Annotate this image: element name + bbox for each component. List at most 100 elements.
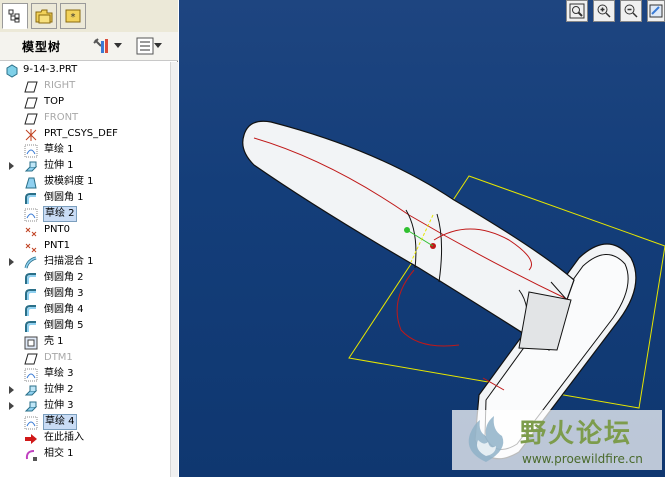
tree-item[interactable]: 倒圆角 1 (0, 190, 176, 206)
folder-icon (35, 9, 53, 24)
tree-item[interactable]: 倒圆角 5 (0, 318, 176, 334)
tree-item[interactable]: 拉伸 3 (0, 398, 176, 414)
expand-arrow-icon[interactable] (9, 386, 14, 394)
point-icon (24, 223, 38, 237)
extrude-icon (24, 399, 38, 413)
tree-item-label: 拔模斜度 1 (44, 176, 94, 187)
tab-folder-browser[interactable] (31, 3, 57, 29)
chevron-down-icon (154, 43, 162, 48)
tree-item[interactable]: 拉伸 2 (0, 382, 176, 398)
tree-item-label: 倒圆角 1 (44, 192, 84, 203)
sketch-icon (24, 415, 38, 430)
round-icon (24, 271, 38, 285)
part-icon (5, 63, 19, 78)
tab-model-tree[interactable] (2, 3, 28, 29)
tree-item[interactable]: PRT_CSYS_DEF (0, 126, 176, 142)
tab-favorites[interactable]: * (60, 3, 86, 29)
tree-item[interactable]: 倒圆角 3 (0, 286, 176, 302)
tree-item[interactable]: 在此插入 (0, 430, 176, 446)
tools-icon (93, 38, 108, 53)
tree-item[interactable]: DTM1 (0, 350, 176, 366)
round-icon (24, 303, 38, 317)
tree-item-label: 草绘 3 (44, 368, 74, 379)
tree-item-label: 倒圆角 5 (44, 320, 84, 331)
tree-item-label: 草绘 1 (44, 144, 74, 155)
csys-icon (24, 127, 38, 141)
tree-item[interactable]: 拔模斜度 1 (0, 174, 176, 190)
intersect-icon (24, 447, 38, 461)
show-button[interactable] (136, 36, 162, 56)
tree-item-label: 相交 1 (44, 448, 74, 459)
tree-item-label: 草绘 4 (43, 414, 77, 430)
list-icon (136, 37, 154, 55)
tree-item-label: 倒圆角 3 (44, 288, 84, 299)
tree-item[interactable]: 倒圆角 2 (0, 270, 176, 286)
sketch-icon (24, 367, 38, 382)
tree-item[interactable]: 扫描混合 1 (0, 254, 176, 270)
expand-arrow-icon[interactable] (9, 402, 14, 410)
graphics-viewport[interactable] (179, 0, 665, 477)
datum-plane-icon (24, 351, 38, 365)
tree-item-label: 在此插入 (44, 432, 84, 443)
tree-item[interactable]: 9-14-3.PRT (0, 62, 176, 78)
datum-plane-icon (24, 111, 38, 125)
tree-item-label: FRONT (44, 112, 79, 123)
watermark-url: www.proewildfire.cn (522, 452, 643, 466)
tree-item[interactable]: PNT0 (0, 222, 176, 238)
panel-title: 模型树 (22, 40, 62, 54)
chevron-down-icon (114, 43, 122, 48)
sketch-icon (24, 143, 38, 158)
tree-scrollbar[interactable] (170, 62, 178, 477)
tree-item[interactable]: 拉伸 1 (0, 158, 176, 174)
tree-item[interactable]: 草绘 3 (0, 366, 176, 382)
swept-blend-icon (24, 255, 38, 269)
tree-item-label: 草绘 2 (43, 206, 77, 222)
favorites-icon: * (65, 9, 81, 23)
tree-item-label: 9-14-3.PRT (23, 64, 78, 75)
datum-plane-icon (24, 79, 38, 93)
tree-item[interactable]: TOP (0, 94, 176, 110)
round-icon (24, 319, 38, 333)
round-icon (24, 191, 38, 205)
tree-item[interactable]: 草绘 1 (0, 142, 176, 158)
tree-item-label: PNT1 (44, 240, 70, 251)
flame-logo-icon (468, 416, 504, 462)
handle-lever (242, 120, 575, 351)
tree-item-label: RIGHT (44, 80, 76, 91)
tree-item-label: PNT0 (44, 224, 70, 235)
tree-item-label: 拉伸 3 (44, 400, 74, 411)
tree-item-label: 倒圆角 4 (44, 304, 84, 315)
sketch-icon (24, 207, 38, 222)
settings-button[interactable] (92, 36, 122, 56)
tree-item-label: 扫描混合 1 (44, 256, 94, 267)
svg-text:*: * (71, 12, 76, 23)
insert-arrow-icon (24, 431, 38, 445)
tree-item[interactable]: FRONT (0, 110, 176, 126)
tree-item-label: TOP (44, 96, 65, 107)
tree-item[interactable]: PNT1 (0, 238, 176, 254)
tree-item-label: 壳 1 (44, 336, 64, 347)
round-icon (24, 287, 38, 301)
tree-item[interactable]: 相交 1 (0, 446, 176, 462)
extrude-icon (24, 159, 38, 173)
watermark-text: 野火论坛 (520, 419, 633, 449)
datum-plane-icon (24, 95, 38, 109)
tree-item-label: 拉伸 1 (44, 160, 74, 171)
shell-icon (24, 335, 38, 350)
tree-item[interactable]: 草绘 2 (0, 206, 176, 222)
tree-item[interactable]: 倒圆角 4 (0, 302, 176, 318)
tree-item[interactable]: 草绘 4 (0, 414, 176, 430)
tree-item-label: 倒圆角 2 (44, 272, 84, 283)
extrude-icon (24, 383, 38, 397)
tree-icon (8, 9, 20, 23)
draft-icon (24, 175, 38, 189)
tree-item[interactable]: 壳 1 (0, 334, 176, 350)
expand-arrow-icon[interactable] (9, 258, 14, 266)
model-tree-header: 模型树 (0, 32, 178, 61)
point-icon (24, 239, 38, 253)
tree-item[interactable]: RIGHT (0, 78, 176, 94)
tree-item-label: DTM1 (44, 352, 73, 363)
model-tree-panel: * 模型树 9-14-3.PRT RIGHT TOP FRONT PRT_CSYS_DE… (0, 0, 178, 477)
expand-arrow-icon[interactable] (9, 162, 14, 170)
part-model (242, 120, 665, 460)
